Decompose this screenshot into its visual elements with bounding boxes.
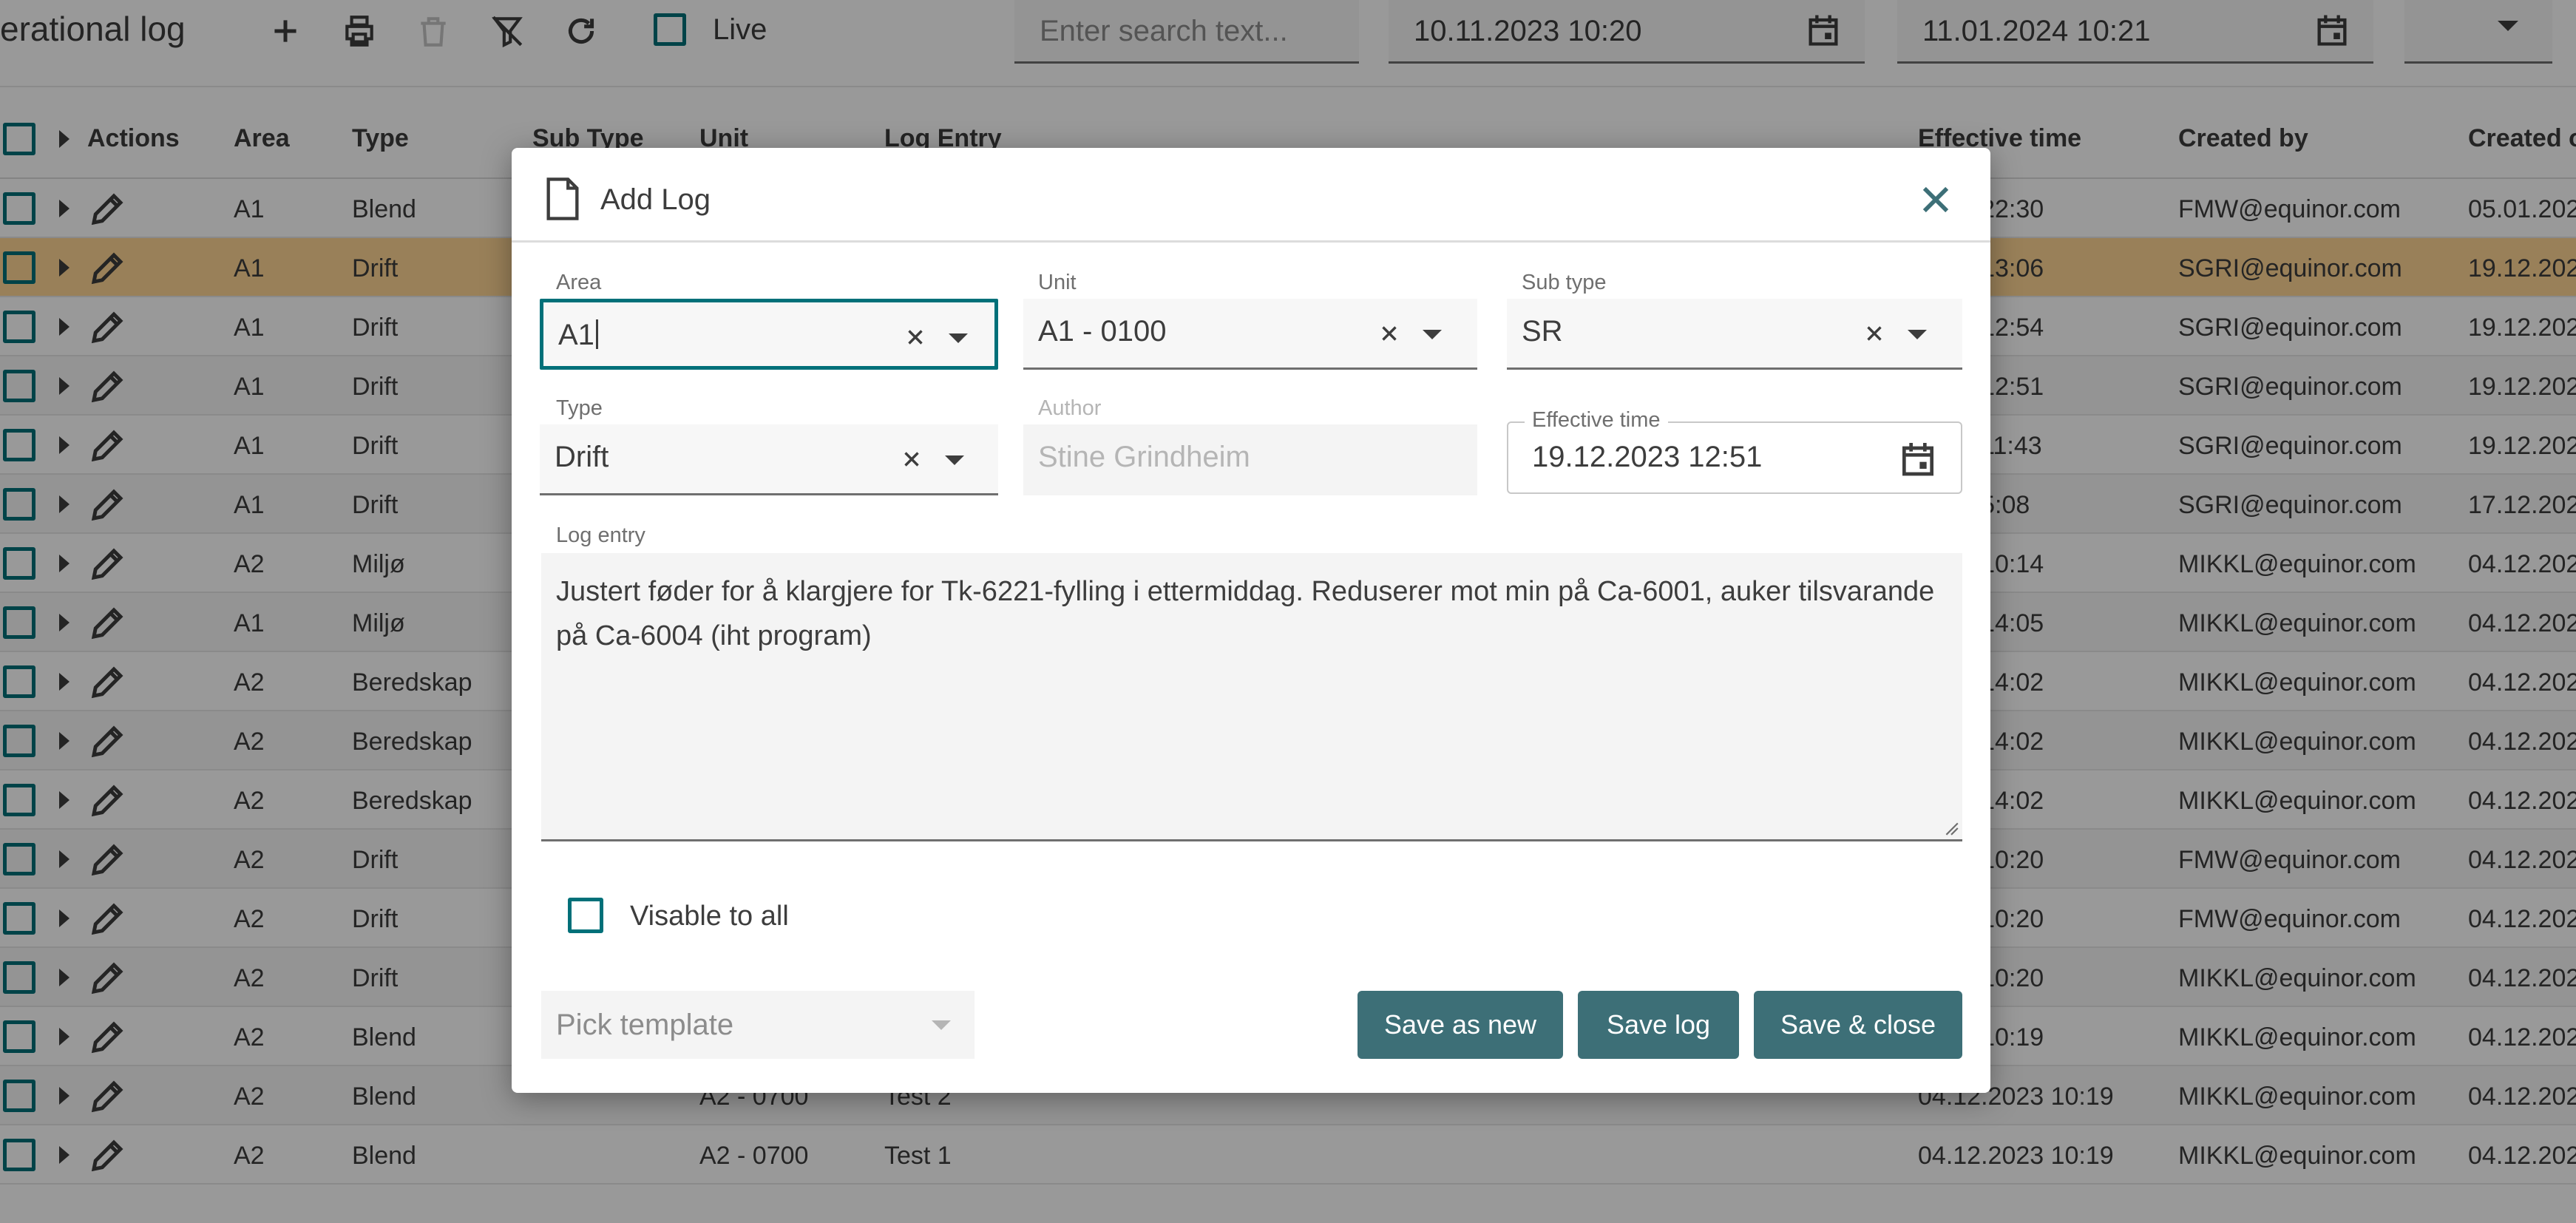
chevron-down-icon[interactable] (1423, 330, 1442, 339)
calendar-icon[interactable] (1897, 438, 1939, 479)
author-field: Stine Grindheim (1023, 424, 1477, 495)
text-caret (595, 319, 598, 349)
area-select[interactable]: A1 (540, 299, 998, 370)
template-placeholder: Pick template (556, 1009, 734, 1041)
chevron-down-icon[interactable] (949, 333, 968, 343)
effective-time-field[interactable]: Effective time 19.12.2023 12:51 (1507, 408, 1962, 494)
sub-type-select[interactable]: SR (1507, 299, 1962, 370)
log-entry-value: Justert føder for å klargjere for Tk-622… (556, 576, 1935, 651)
effective-time-label: Effective time (1525, 408, 1668, 433)
template-select[interactable]: Pick template (541, 991, 975, 1059)
save-as-new-button[interactable]: Save as new (1358, 991, 1563, 1059)
type-select[interactable]: Drift (540, 424, 998, 495)
author-value: Stine Grindheim (1038, 441, 1250, 473)
save-and-close-button[interactable]: Save & close (1754, 991, 1962, 1059)
area-value: A1 (558, 319, 594, 351)
document-icon (546, 177, 579, 220)
clear-icon[interactable] (903, 325, 928, 350)
unit-value: A1 - 0100 (1038, 315, 1167, 348)
unit-label: Unit (1038, 271, 1077, 294)
dialog-title: Add Log (600, 183, 711, 216)
dialog-header: Add Log (512, 148, 1990, 243)
log-entry-textarea[interactable]: Justert føder for å klargjere for Tk-622… (541, 553, 1962, 841)
unit-select[interactable]: A1 - 0100 (1023, 299, 1477, 370)
area-label: Area (556, 271, 602, 294)
clear-icon[interactable] (1862, 321, 1887, 346)
chevron-down-icon[interactable] (1908, 330, 1927, 339)
log-entry-label: Log entry (556, 524, 645, 547)
area-value-wrap: A1 (558, 319, 598, 352)
effective-time-value: 19.12.2023 12:51 (1532, 441, 1763, 473)
chevron-down-icon (932, 1020, 951, 1030)
clear-icon[interactable] (1377, 321, 1402, 346)
sub-type-value: SR (1522, 315, 1563, 348)
visible-to-all-label: Visable to all (630, 901, 789, 932)
type-value: Drift (555, 441, 609, 473)
author-label: Author (1038, 396, 1102, 420)
clear-icon[interactable] (899, 447, 924, 472)
resize-grip-icon[interactable] (1943, 820, 1959, 836)
add-log-dialog: Add Log Area A1 Unit A1 - 0100 Sub type … (512, 148, 1990, 1093)
type-label: Type (556, 396, 603, 420)
save-log-button[interactable]: Save log (1578, 991, 1739, 1059)
sub-type-label: Sub type (1522, 271, 1607, 294)
visible-to-all-checkbox[interactable] (568, 898, 603, 933)
chevron-down-icon[interactable] (945, 455, 964, 465)
close-icon[interactable] (1916, 180, 1955, 219)
